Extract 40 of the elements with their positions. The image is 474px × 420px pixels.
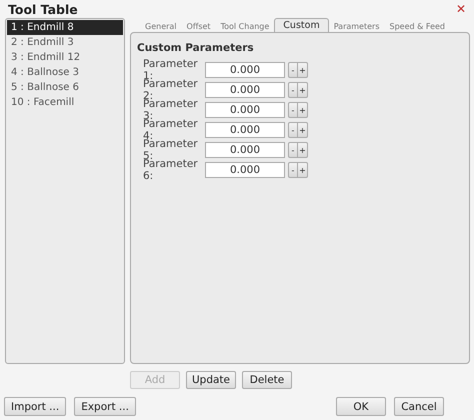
decrement-button[interactable]: -	[288, 142, 298, 158]
decrement-button[interactable]: -	[288, 62, 298, 78]
decrement-button[interactable]: -	[288, 82, 298, 98]
input-field[interactable]: 0.000	[205, 82, 285, 98]
increment-button[interactable]: +	[298, 82, 308, 98]
dialog-button[interactable]: Import ...	[4, 397, 66, 416]
tab[interactable]: General	[140, 19, 182, 32]
input-field[interactable]: 0.000	[205, 102, 285, 118]
tab[interactable]: Tool Change	[216, 19, 274, 32]
tool-list-item[interactable]: 1 : Endmill 8	[7, 20, 123, 35]
action-button[interactable]: Update	[186, 371, 236, 389]
input-field[interactable]: 0.000	[205, 162, 285, 178]
close-button[interactable]: ✕	[456, 2, 466, 16]
increment-button[interactable]: +	[298, 162, 308, 178]
tool-list-item[interactable]: 5 : Ballnose 6	[7, 80, 123, 95]
dialog-button[interactable]: Cancel	[394, 397, 444, 416]
field-label: Parameter 6:	[143, 158, 199, 182]
increment-button[interactable]: +	[298, 122, 308, 138]
increment-button[interactable]: +	[298, 62, 308, 78]
tab[interactable]: Custom	[274, 18, 329, 32]
decrement-button[interactable]: -	[288, 102, 298, 118]
dialog-button[interactable]: Export ...	[74, 397, 136, 416]
input-field[interactable]: 0.000	[205, 122, 285, 138]
tool-list-item[interactable]: 2 : Endmill 3	[7, 35, 123, 50]
input-field[interactable]: 0.000	[205, 142, 285, 158]
increment-button[interactable]: +	[298, 142, 308, 158]
tab[interactable]: Speed & Feed	[384, 19, 450, 32]
tool-list-item[interactable]: 4 : Ballnose 3	[7, 65, 123, 80]
decrement-button[interactable]: -	[288, 162, 298, 178]
section-heading: Custom Parameters	[137, 42, 255, 54]
input-field[interactable]: 0.000	[205, 62, 285, 78]
action-button[interactable]: Delete	[242, 371, 292, 389]
dialog-button[interactable]: OK	[336, 397, 386, 416]
tool-list-item[interactable]: 3 : Endmill 12	[7, 50, 123, 65]
tool-list-item[interactable]: 10 : Facemill	[7, 95, 123, 110]
increment-button[interactable]: +	[298, 102, 308, 118]
tab[interactable]: Parameters	[328, 19, 384, 32]
tab[interactable]: Offset	[182, 19, 216, 32]
decrement-button[interactable]: -	[288, 122, 298, 138]
window-title: Tool Table	[8, 2, 78, 16]
